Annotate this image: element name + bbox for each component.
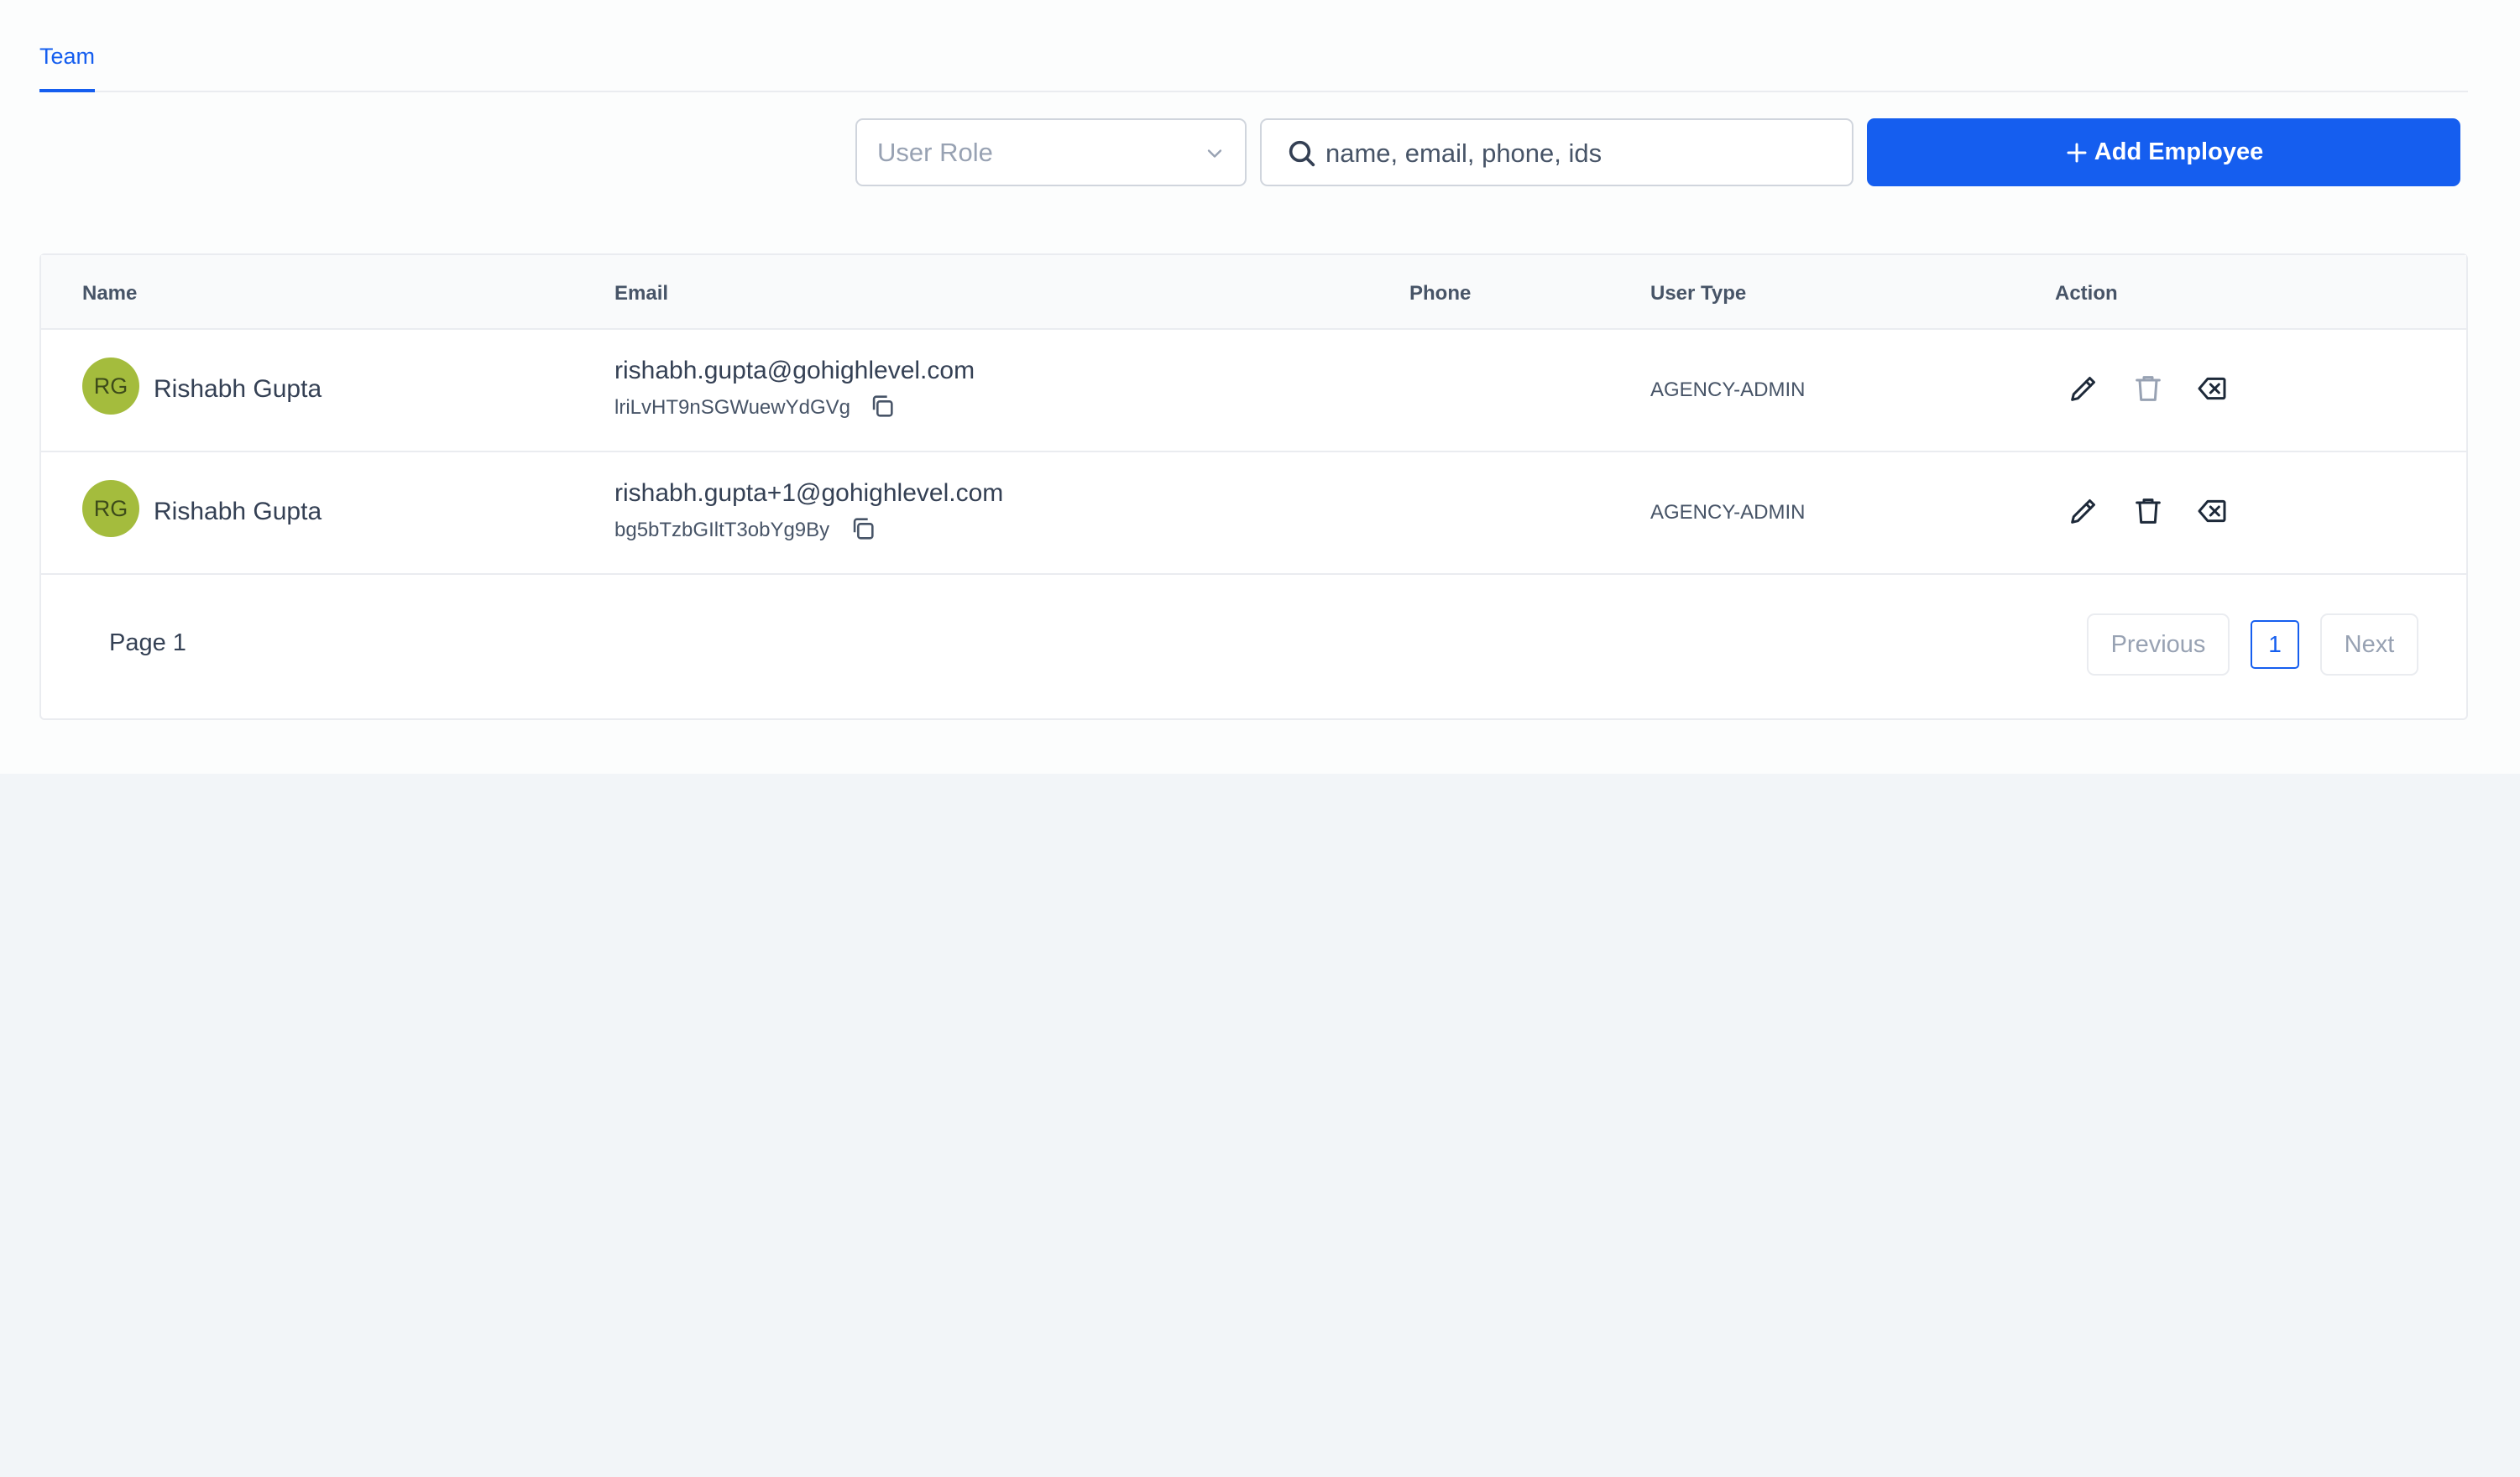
user-id: bg5bTzbGIltT3obYg9By bbox=[614, 519, 830, 541]
trash-icon[interactable] bbox=[2131, 372, 2165, 405]
add-employee-button[interactable]: Add Employee bbox=[1867, 118, 2460, 186]
copy-icon[interactable] bbox=[868, 392, 897, 420]
search-field[interactable] bbox=[1260, 118, 1853, 186]
page-indicator: Page 1 bbox=[109, 629, 186, 656]
user-name: Rishabh Gupta bbox=[154, 498, 322, 525]
next-button[interactable]: Next bbox=[2320, 613, 2418, 676]
header-action: Action bbox=[2055, 282, 2118, 305]
user-name: Rishabh Gupta bbox=[154, 375, 322, 403]
avatar: RG bbox=[82, 480, 139, 537]
add-employee-label: Add Employee bbox=[2094, 138, 2264, 165]
edit-icon[interactable] bbox=[2067, 494, 2100, 528]
user-email: rishabh.gupta@gohighlevel.com bbox=[614, 357, 975, 384]
user-role-select[interactable]: User Role bbox=[855, 118, 1247, 186]
delete-backspace-icon[interactable] bbox=[2195, 372, 2229, 405]
header-user-type: User Type bbox=[1650, 282, 1747, 305]
header-email: Email bbox=[614, 282, 669, 305]
user-type: AGENCY-ADMIN bbox=[1650, 501, 1806, 524]
table-row: RG Rishabh Gupta rishabh.gupta@gohighlev… bbox=[41, 330, 2466, 452]
previous-button[interactable]: Previous bbox=[2087, 613, 2230, 676]
trash-icon[interactable] bbox=[2131, 494, 2165, 528]
edit-icon[interactable] bbox=[2067, 372, 2100, 405]
tab-team[interactable]: Team bbox=[39, 40, 96, 92]
search-input[interactable] bbox=[1325, 130, 1838, 177]
tab-bar: Team bbox=[39, 0, 2468, 92]
user-id: lriLvHT9nSGWuewYdGVg bbox=[614, 396, 850, 419]
user-email: rishabh.gupta+1@gohighlevel.com bbox=[614, 479, 1004, 507]
chevron-down-icon bbox=[1207, 149, 1222, 158]
avatar: RG bbox=[82, 358, 139, 415]
page-number-button[interactable]: 1 bbox=[2251, 620, 2299, 669]
table-row: RG Rishabh Gupta rishabh.gupta+1@gohighl… bbox=[41, 452, 2466, 575]
user-role-placeholder: User Role bbox=[877, 137, 993, 167]
team-page: Team User Role Add Employee Name Email P… bbox=[0, 0, 2520, 774]
header-phone: Phone bbox=[1409, 282, 1472, 305]
team-table: Name Email Phone User Type Action RG Ris… bbox=[39, 253, 2468, 720]
search-icon bbox=[1289, 140, 1315, 167]
table-header: Name Email Phone User Type Action bbox=[41, 255, 2466, 330]
copy-icon[interactable] bbox=[849, 514, 877, 543]
header-name: Name bbox=[82, 282, 138, 305]
delete-backspace-icon[interactable] bbox=[2195, 494, 2229, 528]
plus-icon bbox=[2067, 143, 2087, 162]
user-type: AGENCY-ADMIN bbox=[1650, 378, 1806, 401]
